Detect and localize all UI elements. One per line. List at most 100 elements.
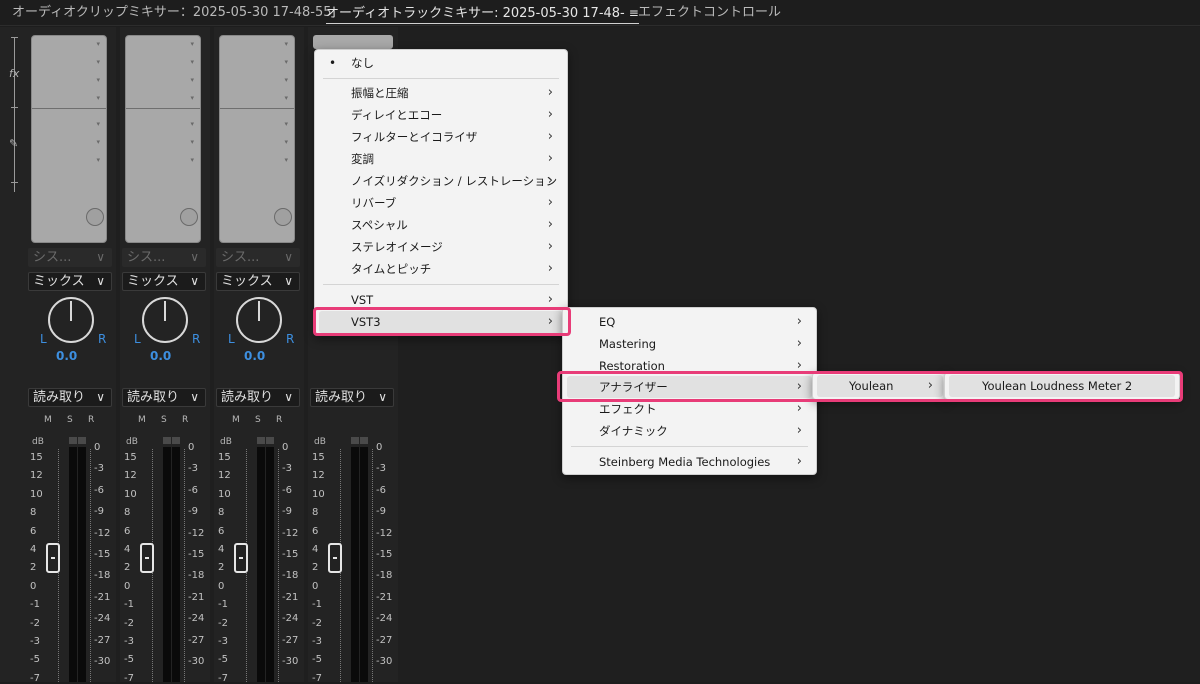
mute-button[interactable]: M (138, 415, 146, 425)
slot-arrow-icon[interactable]: ▾ (190, 156, 194, 164)
menu-item-modulation[interactable]: 変調 › (319, 148, 563, 170)
mix-mode-dropdown[interactable]: ミックス ∨ (122, 272, 206, 291)
automation-dropdown[interactable]: 読み取り ∨ (122, 388, 206, 407)
send-dropdown[interactable]: シス... ∨ (28, 248, 112, 267)
slot-arrow-icon[interactable]: ▾ (96, 76, 100, 84)
menu-item-youlean[interactable]: Youlean › (817, 375, 943, 397)
slot-arrow-icon[interactable]: ▾ (190, 94, 194, 102)
menu-item-analyzer[interactable]: アナライザー › (567, 376, 812, 398)
level-meter (69, 447, 77, 682)
mix-mode-dropdown[interactable]: ミックス ∨ (216, 272, 300, 291)
peak-indicator[interactable] (266, 437, 274, 444)
pan-knob[interactable] (236, 297, 282, 343)
menu-item-none[interactable]: • なし (319, 52, 563, 74)
slot-arrow-icon[interactable]: ▾ (284, 76, 288, 84)
menu-item-delay[interactable]: ディレイとエコー › (319, 104, 563, 126)
menu-item-vst3[interactable]: VST3 › (319, 311, 563, 333)
pan-value[interactable]: 0.0 (244, 349, 265, 363)
slot-arrow-icon[interactable]: ▾ (284, 156, 288, 164)
peak-indicator[interactable] (78, 437, 86, 444)
peak-indicator[interactable] (172, 437, 180, 444)
solo-button[interactable]: S (67, 415, 73, 425)
menu-item-youlean-loudness-meter-2[interactable]: Youlean Loudness Meter 2 (949, 375, 1175, 397)
peak-indicator[interactable] (360, 437, 368, 444)
slot-arrow-icon[interactable]: ▾ (284, 138, 288, 146)
tab-effect-controls[interactable]: エフェクトコントロール (638, 4, 781, 22)
record-button[interactable]: R (182, 415, 188, 425)
slot-arrow-icon[interactable]: ▾ (190, 76, 194, 84)
slot-arrow-icon[interactable]: ▾ (284, 58, 288, 66)
automation-dropdown[interactable]: 読み取り ∨ (28, 388, 112, 407)
menu-item-vst[interactable]: VST › (319, 289, 563, 311)
menu-item-effect[interactable]: エフェクト › (567, 398, 812, 420)
automation-dropdown[interactable]: 読み取り ∨ (216, 388, 300, 407)
tab-audio-track-mixer[interactable]: オーディオトラックミキサー: 2025-05-30 17-48- ≡ (326, 4, 639, 24)
fader-scale-label: -3 (30, 636, 40, 647)
record-button[interactable]: R (276, 415, 282, 425)
slot-arrow-icon[interactable]: ▾ (96, 94, 100, 102)
slot-arrow-icon[interactable]: ▾ (190, 40, 194, 48)
mute-button[interactable]: M (44, 415, 52, 425)
send-level-knob[interactable] (180, 208, 198, 226)
pan-value[interactable]: 0.0 (56, 349, 77, 363)
volume-fader-handle[interactable] (140, 543, 154, 573)
menu-item-stereo-image[interactable]: ステレオイメージ › (319, 236, 563, 258)
send-level-knob[interactable] (86, 208, 104, 226)
menu-item-special[interactable]: スペシャル › (319, 214, 563, 236)
peak-indicator[interactable] (351, 437, 359, 444)
volume-fader-handle[interactable] (46, 543, 60, 573)
menu-item-steinberg[interactable]: Steinberg Media Technologies › (567, 451, 812, 473)
slot-arrow-icon[interactable]: ▾ (96, 138, 100, 146)
menu-item-reverb[interactable]: リバーブ › (319, 192, 563, 214)
automation-dropdown[interactable]: 読み取り ∨ (310, 388, 394, 407)
send-dropdown[interactable]: シス... ∨ (122, 248, 206, 267)
pan-knob[interactable] (142, 297, 188, 343)
effects-rack[interactable]: ▾ ▾ ▾ ▾ ▾ ▾ ▾ (125, 35, 201, 243)
slot-arrow-icon[interactable]: ▾ (96, 40, 100, 48)
solo-button[interactable]: S (255, 415, 261, 425)
slot-arrow-icon[interactable]: ▾ (190, 120, 194, 128)
peak-indicator[interactable] (257, 437, 265, 444)
mute-button[interactable]: M (232, 415, 240, 425)
send-level-knob[interactable] (274, 208, 292, 226)
menu-item-eq[interactable]: EQ › (567, 311, 812, 333)
volume-fader-handle[interactable] (328, 543, 342, 573)
automation-label: 読み取り (33, 390, 86, 405)
chevron-right-icon: › (796, 336, 802, 351)
menu-item-dynamics[interactable]: ダイナミック › (567, 420, 812, 442)
menu-item-amplitude[interactable]: 振幅と圧縮 › (319, 82, 563, 104)
menu-item-restoration[interactable]: Restoration › (567, 355, 812, 377)
meter-scale-label: 0 (376, 442, 383, 453)
record-button[interactable]: R (88, 415, 94, 425)
menu-item-filter[interactable]: フィルターとイコライザ › (319, 126, 563, 148)
menu-item-noise-reduction[interactable]: ノイズリダクション / レストレーション › (319, 170, 563, 192)
meter-scale-label: -24 (188, 613, 205, 625)
db-unit-label: dB (220, 437, 232, 447)
meter-scale-label: -27 (188, 634, 205, 646)
slot-arrow-icon[interactable]: ▾ (190, 58, 194, 66)
menu-item-mastering[interactable]: Mastering › (567, 333, 812, 355)
effects-slot-dropdown[interactable] (313, 35, 393, 49)
effects-rack[interactable]: ▾ ▾ ▾ ▾ ▾ ▾ ▾ (219, 35, 295, 243)
slot-arrow-icon[interactable]: ▾ (284, 94, 288, 102)
meter-scale-label: -12 (282, 527, 299, 539)
tab-audio-clip-mixer[interactable]: オーディオクリップミキサー：2025-05-30 17-48-55 (12, 4, 332, 22)
pan-value[interactable]: 0.0 (150, 349, 171, 363)
chevron-right-icon: › (796, 314, 802, 329)
slot-arrow-icon[interactable]: ▾ (284, 120, 288, 128)
send-dropdown[interactable]: シス... ∨ (216, 248, 300, 267)
slot-arrow-icon[interactable]: ▾ (96, 120, 100, 128)
slot-arrow-icon[interactable]: ▾ (284, 40, 288, 48)
slot-arrow-icon[interactable]: ▾ (190, 138, 194, 146)
mix-mode-dropdown[interactable]: ミックス ∨ (28, 272, 112, 291)
menu-item-time-pitch[interactable]: タイムとピッチ › (319, 258, 563, 280)
pan-knob[interactable] (48, 297, 94, 343)
rack-divider (32, 108, 106, 109)
effects-rack[interactable]: ▾ ▾ ▾ ▾ ▾ ▾ ▾ (31, 35, 107, 243)
slot-arrow-icon[interactable]: ▾ (96, 156, 100, 164)
slot-arrow-icon[interactable]: ▾ (96, 58, 100, 66)
volume-fader-handle[interactable] (234, 543, 248, 573)
peak-indicator[interactable] (163, 437, 171, 444)
solo-button[interactable]: S (161, 415, 167, 425)
peak-indicator[interactable] (69, 437, 77, 444)
